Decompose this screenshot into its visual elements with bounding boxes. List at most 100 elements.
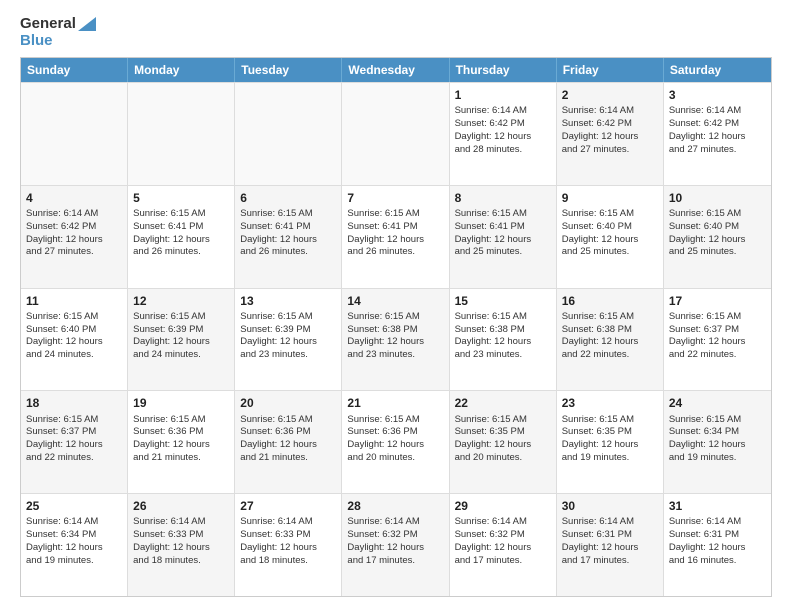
cal-cell-31: 31 Sunrise: 6:14 AM Sunset: 6:31 PM Dayli…: [664, 494, 771, 596]
day-info: Sunrise: 6:14 AM Sunset: 6:32 PM Dayligh…: [347, 516, 424, 565]
cal-cell-15: 15Sunrise: 6:15 AM Sunset: 6:38 PM Dayli…: [450, 289, 557, 391]
cal-cell-17: 17Sunrise: 6:15 AM Sunset: 6:37 PM Dayli…: [664, 289, 771, 391]
cal-cell-10: 10 Sunrise: 6:15 AM Sunset: 6:40 PM Dayli…: [664, 186, 771, 288]
day-number: 30: [562, 498, 658, 514]
cal-cell-6: 6Sunrise: 6:15 AM Sunset: 6:41 PM Daylig…: [235, 186, 342, 288]
day-info: Sunrise: 6:15 AM Sunset: 6:40 PM Dayligh…: [669, 208, 746, 257]
day-number: 12: [133, 293, 229, 309]
day-info: Sunrise: 6:14 AM Sunset: 6:42 PM Dayligh…: [669, 105, 746, 154]
day-number: 31: [669, 498, 766, 514]
cal-cell-20: 20 Sunrise: 6:15 AM Sunset: 6:36 PM Dayli…: [235, 391, 342, 493]
day-info: Sunrise: 6:15 AM Sunset: 6:38 PM Dayligh…: [455, 311, 532, 360]
cal-cell-14: 14Sunrise: 6:15 AM Sunset: 6:38 PM Dayli…: [342, 289, 449, 391]
cal-cell-9: 9 Sunrise: 6:15 AM Sunset: 6:40 PM Daylig…: [557, 186, 664, 288]
day-info: Sunrise: 6:15 AM Sunset: 6:38 PM Dayligh…: [562, 311, 639, 360]
day-info: Sunrise: 6:15 AM Sunset: 6:36 PM Dayligh…: [347, 414, 424, 463]
day-number: 18: [26, 395, 122, 411]
logo-text: General Blue: [20, 16, 96, 49]
cal-cell-13: 13 Sunrise: 6:15 AM Sunset: 6:39 PM Dayli…: [235, 289, 342, 391]
day-of-week-tuesday: Tuesday: [235, 58, 342, 82]
cal-cell-28: 28Sunrise: 6:14 AM Sunset: 6:32 PM Dayli…: [342, 494, 449, 596]
cal-cell-8: 8Sunrise: 6:15 AM Sunset: 6:41 PM Daylig…: [450, 186, 557, 288]
calendar-header: SundayMondayTuesdayWednesdayThursdayFrid…: [21, 58, 771, 82]
day-number: 5: [133, 190, 229, 206]
day-number: 21: [347, 395, 443, 411]
day-number: 8: [455, 190, 551, 206]
page: General Blue SundayMondayTuesdayWednesda…: [0, 0, 792, 612]
header: General Blue: [20, 16, 772, 49]
cal-cell-empty-0-2: [235, 83, 342, 185]
cal-cell-12: 12 Sunrise: 6:15 AM Sunset: 6:39 PM Dayli…: [128, 289, 235, 391]
day-number: 3: [669, 87, 766, 103]
day-of-week-thursday: Thursday: [450, 58, 557, 82]
day-of-week-saturday: Saturday: [664, 58, 771, 82]
cal-cell-11: 11 Sunrise: 6:15 AM Sunset: 6:40 PM Dayli…: [21, 289, 128, 391]
cal-cell-26: 26 Sunrise: 6:14 AM Sunset: 6:33 PM Dayli…: [128, 494, 235, 596]
day-info: Sunrise: 6:14 AM Sunset: 6:31 PM Dayligh…: [669, 516, 746, 565]
day-number: 11: [26, 293, 122, 309]
day-info: Sunrise: 6:15 AM Sunset: 6:35 PM Dayligh…: [455, 414, 532, 463]
day-number: 27: [240, 498, 336, 514]
day-number: 26: [133, 498, 229, 514]
day-of-week-friday: Friday: [557, 58, 664, 82]
day-info: Sunrise: 6:14 AM Sunset: 6:33 PM Dayligh…: [133, 516, 210, 565]
cal-cell-7: 7 Sunrise: 6:15 AM Sunset: 6:41 PM Daylig…: [342, 186, 449, 288]
cal-cell-1: 1Sunrise: 6:14 AM Sunset: 6:42 PM Daylig…: [450, 83, 557, 185]
day-info: Sunrise: 6:15 AM Sunset: 6:40 PM Dayligh…: [26, 311, 103, 360]
day-number: 20: [240, 395, 336, 411]
week-row-3: 18 Sunrise: 6:15 AM Sunset: 6:37 PM Dayli…: [21, 390, 771, 493]
week-row-2: 11 Sunrise: 6:15 AM Sunset: 6:40 PM Dayli…: [21, 288, 771, 391]
cal-cell-16: 16 Sunrise: 6:15 AM Sunset: 6:38 PM Dayli…: [557, 289, 664, 391]
day-number: 24: [669, 395, 766, 411]
cal-cell-18: 18 Sunrise: 6:15 AM Sunset: 6:37 PM Dayli…: [21, 391, 128, 493]
day-info: Sunrise: 6:15 AM Sunset: 6:36 PM Dayligh…: [240, 414, 317, 463]
day-info: Sunrise: 6:14 AM Sunset: 6:42 PM Dayligh…: [562, 105, 639, 154]
day-number: 14: [347, 293, 443, 309]
cal-cell-30: 30 Sunrise: 6:14 AM Sunset: 6:31 PM Dayli…: [557, 494, 664, 596]
day-number: 16: [562, 293, 658, 309]
cal-cell-25: 25Sunrise: 6:14 AM Sunset: 6:34 PM Dayli…: [21, 494, 128, 596]
day-number: 23: [562, 395, 658, 411]
day-number: 13: [240, 293, 336, 309]
day-number: 17: [669, 293, 766, 309]
day-number: 29: [455, 498, 551, 514]
day-number: 7: [347, 190, 443, 206]
cal-cell-19: 19 Sunrise: 6:15 AM Sunset: 6:36 PM Dayli…: [128, 391, 235, 493]
cal-cell-27: 27 Sunrise: 6:14 AM Sunset: 6:33 PM Dayli…: [235, 494, 342, 596]
cal-cell-4: 4Sunrise: 6:14 AM Sunset: 6:42 PM Daylig…: [21, 186, 128, 288]
day-number: 10: [669, 190, 766, 206]
day-info: Sunrise: 6:15 AM Sunset: 6:34 PM Dayligh…: [669, 414, 746, 463]
day-info: Sunrise: 6:14 AM Sunset: 6:33 PM Dayligh…: [240, 516, 317, 565]
cal-cell-empty-0-1: [128, 83, 235, 185]
day-number: 22: [455, 395, 551, 411]
logo-blue: Blue: [20, 33, 53, 50]
day-info: Sunrise: 6:15 AM Sunset: 6:36 PM Dayligh…: [133, 414, 210, 463]
day-info: Sunrise: 6:15 AM Sunset: 6:41 PM Dayligh…: [347, 208, 424, 257]
cal-cell-24: 24 Sunrise: 6:15 AM Sunset: 6:34 PM Dayli…: [664, 391, 771, 493]
calendar-body: 1 Sunrise: 6:14 AM Sunset: 6:42 PM Daylig…: [21, 82, 771, 596]
day-info: Sunrise: 6:15 AM Sunset: 6:40 PM Dayligh…: [562, 208, 639, 257]
week-row-0: 1 Sunrise: 6:14 AM Sunset: 6:42 PM Daylig…: [21, 82, 771, 185]
logo: General Blue: [20, 16, 96, 49]
cal-cell-23: 23 Sunrise: 6:15 AM Sunset: 6:35 PM Dayli…: [557, 391, 664, 493]
cal-cell-5: 5Sunrise: 6:15 AM Sunset: 6:41 PM Daylig…: [128, 186, 235, 288]
day-number: 4: [26, 190, 122, 206]
cal-cell-empty-0-3: [342, 83, 449, 185]
day-info: Sunrise: 6:15 AM Sunset: 6:39 PM Dayligh…: [240, 311, 317, 360]
day-number: 1: [455, 87, 551, 103]
day-info: Sunrise: 6:15 AM Sunset: 6:37 PM Dayligh…: [26, 414, 103, 463]
day-info: Sunrise: 6:14 AM Sunset: 6:32 PM Dayligh…: [455, 516, 532, 565]
day-info: Sunrise: 6:14 AM Sunset: 6:31 PM Dayligh…: [562, 516, 639, 565]
day-of-week-sunday: Sunday: [21, 58, 128, 82]
day-info: Sunrise: 6:15 AM Sunset: 6:35 PM Dayligh…: [562, 414, 639, 463]
day-number: 9: [562, 190, 658, 206]
day-of-week-monday: Monday: [128, 58, 235, 82]
day-info: Sunrise: 6:14 AM Sunset: 6:34 PM Dayligh…: [26, 516, 103, 565]
calendar: SundayMondayTuesdayWednesdayThursdayFrid…: [20, 57, 772, 597]
logo-general: General: [20, 16, 76, 33]
cal-cell-empty-0-0: [21, 83, 128, 185]
day-info: Sunrise: 6:15 AM Sunset: 6:39 PM Dayligh…: [133, 311, 210, 360]
day-number: 19: [133, 395, 229, 411]
cal-cell-22: 22 Sunrise: 6:15 AM Sunset: 6:35 PM Dayli…: [450, 391, 557, 493]
cal-cell-29: 29 Sunrise: 6:14 AM Sunset: 6:32 PM Dayli…: [450, 494, 557, 596]
